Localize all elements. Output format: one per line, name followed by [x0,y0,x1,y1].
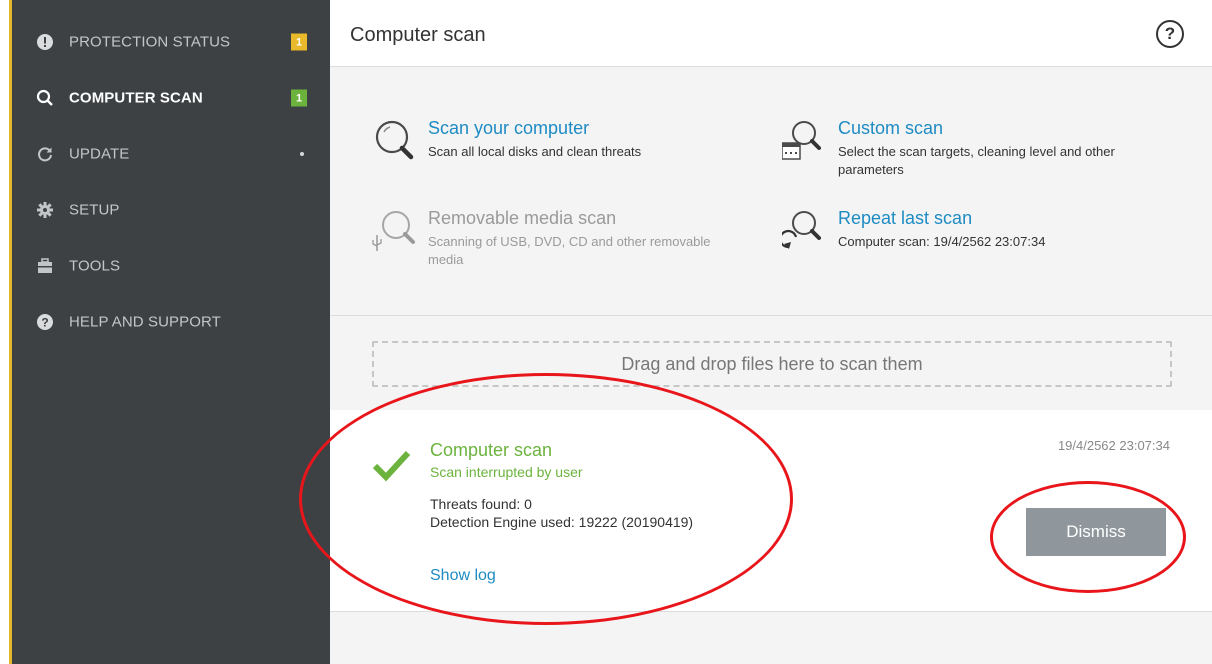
dismiss-button[interactable]: Dismiss [1026,508,1166,556]
sidebar-item-help-and-support[interactable]: ? HELP AND SUPPORT [12,294,330,350]
result-title: Computer scan [430,440,553,460]
sidebar-item-label: HELP AND SUPPORT [69,313,221,331]
repeat-scan-icon [779,209,834,261]
sidebar-item-label: COMPUTER SCAN [69,89,203,107]
usb-scan-icon [372,209,424,261]
status-badge: 1 [291,33,307,51]
result-timestamp: 19/4/2562 23:07:34 [1057,438,1170,453]
sidebar-item-computer-scan[interactable]: COMPUTER SCAN 1 [12,70,330,126]
exclamation-circle-icon [36,33,54,51]
refresh-icon [36,145,54,163]
main-panel: Computer scan ? Scan your computer Scan … [299,0,1212,664]
scan-option-title: Repeat last scan [838,208,973,228]
sidebar-item-protection-status[interactable]: PROTECTION STATUS 1 [12,14,330,70]
scan-result-panel: Computer scan Scan interrupted by user T… [330,410,1212,612]
checkmark-icon [372,448,412,484]
scan-option-description: Select the scan targets, cleaning level … [838,144,1115,177]
detection-engine: Detection Engine used: 19222 (20190419) [430,514,694,530]
search-icon [36,89,54,107]
sidebar-edge [0,0,9,664]
sidebar: PROTECTION STATUS 1 COMPUTER SCAN 1 UPDA… [0,0,330,664]
sidebar-item-label: TOOLS [69,257,121,275]
sidebar-item-setup[interactable]: SETUP [12,182,330,238]
show-log-link[interactable]: Show log [430,567,496,585]
svg-text:?: ? [41,315,48,329]
sidebar-item-label: PROTECTION STATUS [69,33,231,51]
notification-dot [300,152,304,156]
section-divider [330,315,1212,316]
page-title: Computer scan [350,24,486,46]
scan-option-title: Custom scan [838,118,944,138]
magnifier-icon [372,119,424,171]
help-circle-icon: ? [36,313,54,331]
scan-option-title: Scan your computer [428,118,590,138]
scan-option-description: Scan all local disks and clean threats [428,144,642,159]
scan-option-description: Scanning of USB, DVD, CD and other remov… [428,234,711,267]
scan-option-title: Removable media scan [428,208,617,228]
drag-drop-zone[interactable]: Drag and drop files here to scan them [372,341,1172,387]
custom-scan-icon [781,119,834,171]
sidebar-item-label: UPDATE [69,145,130,163]
toolbox-icon [36,257,54,275]
threats-found: Threats found: 0 [430,496,532,512]
sidebar-item-tools[interactable]: TOOLS [12,238,330,294]
page-header: Computer scan ? [330,0,1212,67]
help-icon[interactable]: ? [1156,20,1184,48]
result-status: Scan interrupted by user [430,464,583,480]
sidebar-item-label: SETUP [69,201,120,219]
scan-option-description: Computer scan: 19/4/2562 23:07:34 [838,234,1046,249]
gear-icon [36,201,54,219]
sidebar-item-update[interactable]: UPDATE [12,126,330,182]
status-badge: 1 [291,89,307,107]
